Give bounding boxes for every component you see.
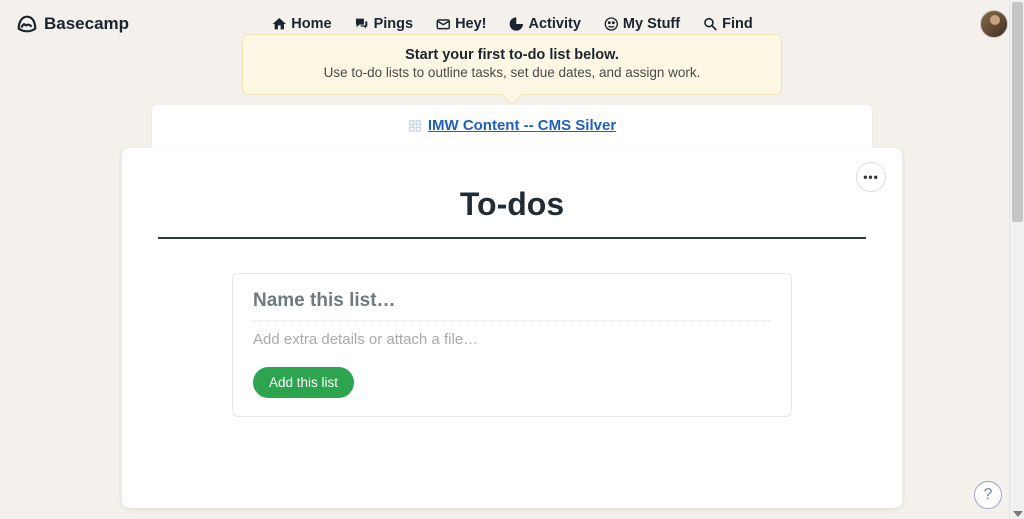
scrollbar[interactable] <box>1009 0 1024 519</box>
scrollbar-down-arrow[interactable] <box>1013 511 1023 517</box>
nav-hey-label: Hey! <box>455 16 486 32</box>
mystuff-icon <box>603 16 619 32</box>
list-name-input[interactable] <box>253 290 771 321</box>
tip-banner: Start your first to-do list below. Use t… <box>242 34 782 95</box>
grid-icon <box>408 119 422 133</box>
home-icon <box>271 16 287 32</box>
main-nav: Home Pings Hey! Activity My Stuff Find <box>271 16 752 32</box>
nav-hey[interactable]: Hey! <box>435 16 486 32</box>
nav-find[interactable]: Find <box>702 16 753 32</box>
nav-pings[interactable]: Pings <box>354 16 413 32</box>
page-title: To-dos <box>158 186 866 223</box>
pings-icon <box>354 16 370 32</box>
title-rule <box>158 237 866 239</box>
tip-title: Start your first to-do list below. <box>267 47 757 63</box>
nav-pings-label: Pings <box>374 16 413 32</box>
more-options-button[interactable]: ••• <box>856 162 886 192</box>
search-icon <box>702 16 718 32</box>
project-link[interactable]: IMW Content -- CMS Silver <box>408 117 616 134</box>
nav-mystuff[interactable]: My Stuff <box>603 16 680 32</box>
nav-activity-label: Activity <box>529 16 581 32</box>
nav-mystuff-label: My Stuff <box>623 16 680 32</box>
tip-subtitle: Use to-do lists to outline tasks, set du… <box>267 65 757 80</box>
hey-icon <box>435 16 451 32</box>
scrollbar-thumb[interactable] <box>1012 2 1023 222</box>
brand-logo[interactable]: Basecamp <box>16 13 129 35</box>
todos-card: ••• To-dos Add this list <box>122 148 902 508</box>
avatar[interactable] <box>980 10 1008 38</box>
nav-activity[interactable]: Activity <box>509 16 581 32</box>
brand-name: Basecamp <box>44 14 129 34</box>
new-list-form: Add this list <box>232 273 792 417</box>
basecamp-logo-icon <box>16 13 38 35</box>
nav-find-label: Find <box>722 16 753 32</box>
list-details-input[interactable] <box>253 331 771 348</box>
nav-home[interactable]: Home <box>271 16 331 32</box>
project-name: IMW Content -- CMS Silver <box>428 117 616 134</box>
nav-home-label: Home <box>291 16 331 32</box>
help-button[interactable]: ? <box>974 481 1002 509</box>
add-list-button[interactable]: Add this list <box>253 367 354 398</box>
activity-icon <box>509 16 525 32</box>
